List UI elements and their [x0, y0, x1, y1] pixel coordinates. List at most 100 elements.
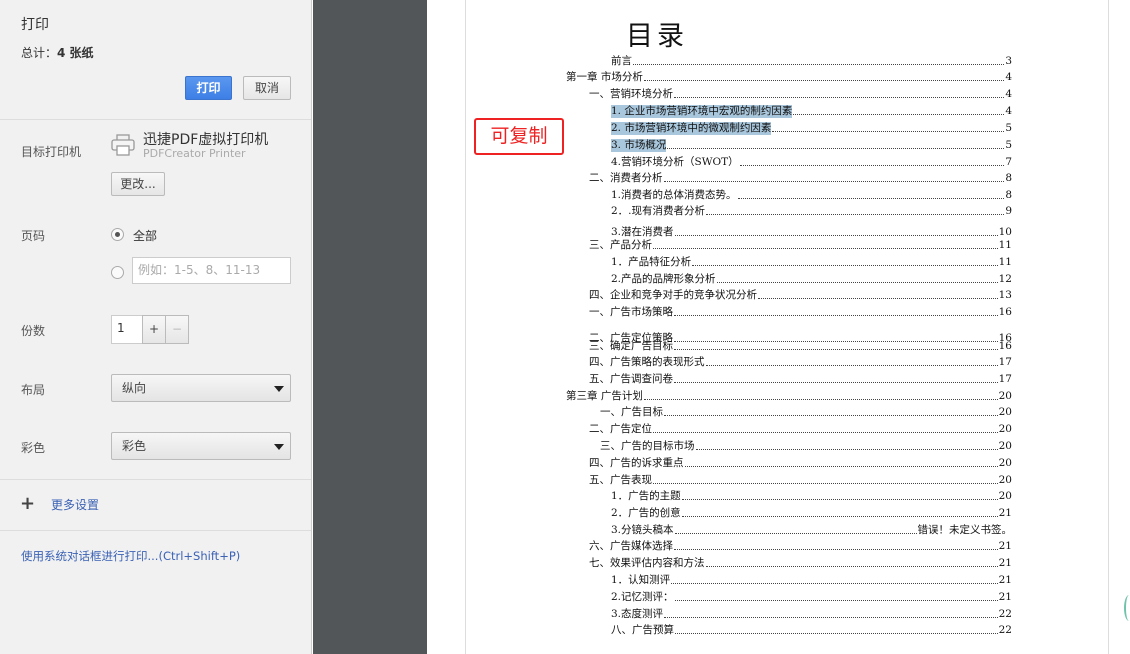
change-printer-button[interactable]: 更改... — [111, 172, 165, 196]
page-margin-line — [465, 0, 466, 654]
toc-entry-page: 21 — [999, 591, 1012, 604]
toc-entry-page: 21 — [999, 540, 1012, 553]
toc-entry-label: 四、广告的诉求重点 — [589, 457, 684, 470]
toc-leader-dots — [675, 235, 998, 236]
toc-entry-page: 16 — [999, 340, 1012, 353]
toc-entry: 三、广告的目标市场20 — [600, 439, 1012, 453]
page-edge-line — [1108, 0, 1109, 654]
toc-leader-dots — [653, 432, 998, 433]
color-select[interactable]: 彩色 — [111, 432, 291, 460]
toc-entry-page: 错误！未定义书签。 — [918, 524, 1013, 537]
toc-leader-dots — [682, 516, 998, 517]
toc-entry: 1.消费者的总体消费态势。8 — [611, 188, 1012, 202]
copies-input[interactable]: 1 — [111, 315, 143, 344]
total-value: 4 张纸 — [57, 46, 94, 60]
toc-entry-page: 22 — [999, 624, 1012, 637]
pages-all-radio[interactable] — [111, 228, 124, 241]
toc-entry-label: 三、确定广告目标 — [589, 340, 673, 353]
toc-entry: 第三章 广告计划20 — [566, 389, 1012, 403]
toc-entry-label: 五、广告调查问卷 — [589, 373, 673, 386]
preview-background — [313, 0, 427, 654]
print-settings-panel: 打印 总计：4 张纸 打印 取消 目标打印机 迅捷PDF虚拟打印机 PDFCre… — [0, 0, 312, 654]
pages-label: 页码 — [21, 227, 45, 244]
toc-entry-page: 13 — [999, 289, 1012, 302]
toc-entry-page: 4 — [1005, 105, 1012, 118]
toc-entry-label: 1．认知测评 — [611, 574, 670, 587]
toc-entry: 五、广告调查问卷 17 — [589, 372, 1012, 386]
toc-entry-page: 5 — [1005, 122, 1012, 135]
toc-leader-dots — [675, 633, 998, 634]
layout-select[interactable]: 纵向 — [111, 374, 291, 402]
toc-leader-dots — [685, 466, 998, 467]
toc-leader-dots — [664, 617, 998, 618]
toc-leader-dots — [675, 533, 917, 534]
system-dialog-link[interactable]: 使用系统对话框进行打印...(Ctrl+Shift+P) — [21, 548, 240, 564]
scroll-indicator — [1124, 595, 1130, 621]
toc-entry-label: 2．广告的创意 — [611, 507, 681, 520]
toc-entry-label: 四、广告策略的表现形式 — [589, 356, 705, 369]
copies-label: 份数 — [21, 322, 45, 339]
toc-entry-label: 六、广告媒体选择 — [589, 540, 673, 553]
toc-leader-dots — [674, 549, 998, 550]
toc-leader-dots — [675, 600, 998, 601]
color-value: 彩色 — [122, 439, 146, 453]
toc-entry-label: 七、效果评估内容和方法 — [589, 557, 705, 570]
toc-leader-dots — [696, 449, 998, 450]
layout-label: 布局 — [21, 381, 45, 398]
toc-entry: 前言3 — [611, 54, 1012, 68]
copyable-annotation: 可复制 — [474, 118, 564, 155]
pages-all-label: 全部 — [133, 227, 157, 244]
toc-entry: 3. 市场概况5 — [611, 138, 1012, 152]
toc-entry: 第一章 市场分析 4 — [566, 70, 1012, 84]
toc-leader-dots — [674, 382, 998, 383]
toc-entry-label: 1．广告的主题 — [611, 490, 681, 503]
toc-entry-page: 20 — [999, 457, 1012, 470]
toc-entry-page: 4 — [1005, 71, 1012, 84]
toc-leader-dots — [667, 148, 1004, 149]
toc-entry: 二、广告定位20 — [589, 422, 1012, 436]
toc-entry-label: 一、广告目标 — [600, 406, 663, 419]
toc-entry-label: 2. 市场营销环境中的微观制约因素 — [611, 122, 771, 135]
pages-custom-radio[interactable] — [111, 266, 124, 279]
more-settings-link[interactable]: 更多设置 — [51, 496, 99, 513]
toc-entry-page: 20 — [999, 406, 1012, 419]
toc-entry: 六、广告媒体选择 21 — [589, 539, 1012, 553]
copies-minus-button[interactable]: − — [165, 315, 189, 344]
toc-leader-dots — [644, 80, 1004, 81]
toc-entry-label: 前言 — [611, 55, 632, 68]
print-button[interactable]: 打印 — [185, 76, 232, 100]
toc-entry: 3.潜在消费者10 — [611, 225, 1012, 239]
toc-entry-label: 4.营销环境分析（SWOT） — [611, 156, 739, 169]
toc-entry-label: 第三章 广告计划 — [566, 390, 643, 403]
toc-leader-dots — [706, 365, 998, 366]
pages-custom-input[interactable]: 例如：1-5、8、11-13 — [132, 257, 291, 284]
cancel-button[interactable]: 取消 — [243, 76, 291, 100]
toc-entry: 4.营销环境分析（SWOT）7 — [611, 155, 1012, 169]
dropdown-arrow-icon — [274, 444, 284, 450]
toc-entry-page: 12 — [999, 273, 1012, 286]
copies-plus-button[interactable]: + — [142, 315, 166, 344]
toc-entry: 三、产品分析11 — [589, 238, 1012, 252]
toc-entry: 一、营销环境分析4 — [589, 87, 1012, 101]
toc-entry-page: 20 — [999, 440, 1012, 453]
toc-leader-dots — [738, 198, 1005, 199]
more-settings-row[interactable]: + 更多设置 — [0, 479, 311, 531]
toc-leader-dots — [664, 181, 1005, 182]
toc-entry: 七、效果评估内容和方法21 — [589, 556, 1012, 570]
dropdown-arrow-icon — [274, 386, 284, 392]
toc-entry-page: 5 — [1005, 139, 1012, 152]
toc-leader-dots — [706, 566, 998, 567]
toc-entry-page: 21 — [999, 507, 1012, 520]
toc-entry-page: 17 — [999, 373, 1012, 386]
panel-title: 打印 — [21, 14, 49, 34]
toc-entry-page: 22 — [999, 608, 1012, 621]
toc-entry-page: 20 — [999, 474, 1012, 487]
toc-entry-page: 8 — [1005, 189, 1012, 202]
toc-leader-dots — [674, 315, 998, 316]
toc-entry: 1. 企业市场营销环境中宏观的制约因素4 — [611, 104, 1012, 118]
toc-entry-page: 11 — [999, 256, 1012, 269]
toc-entry-page: 9 — [1005, 205, 1012, 218]
toc-entry-label: 第一章 市场分析 — [566, 71, 643, 84]
toc-entry: 四、企业和竞争对手的竞争状况分析13 — [589, 288, 1012, 302]
toc-entry-label: 一、营销环境分析 — [589, 88, 673, 101]
